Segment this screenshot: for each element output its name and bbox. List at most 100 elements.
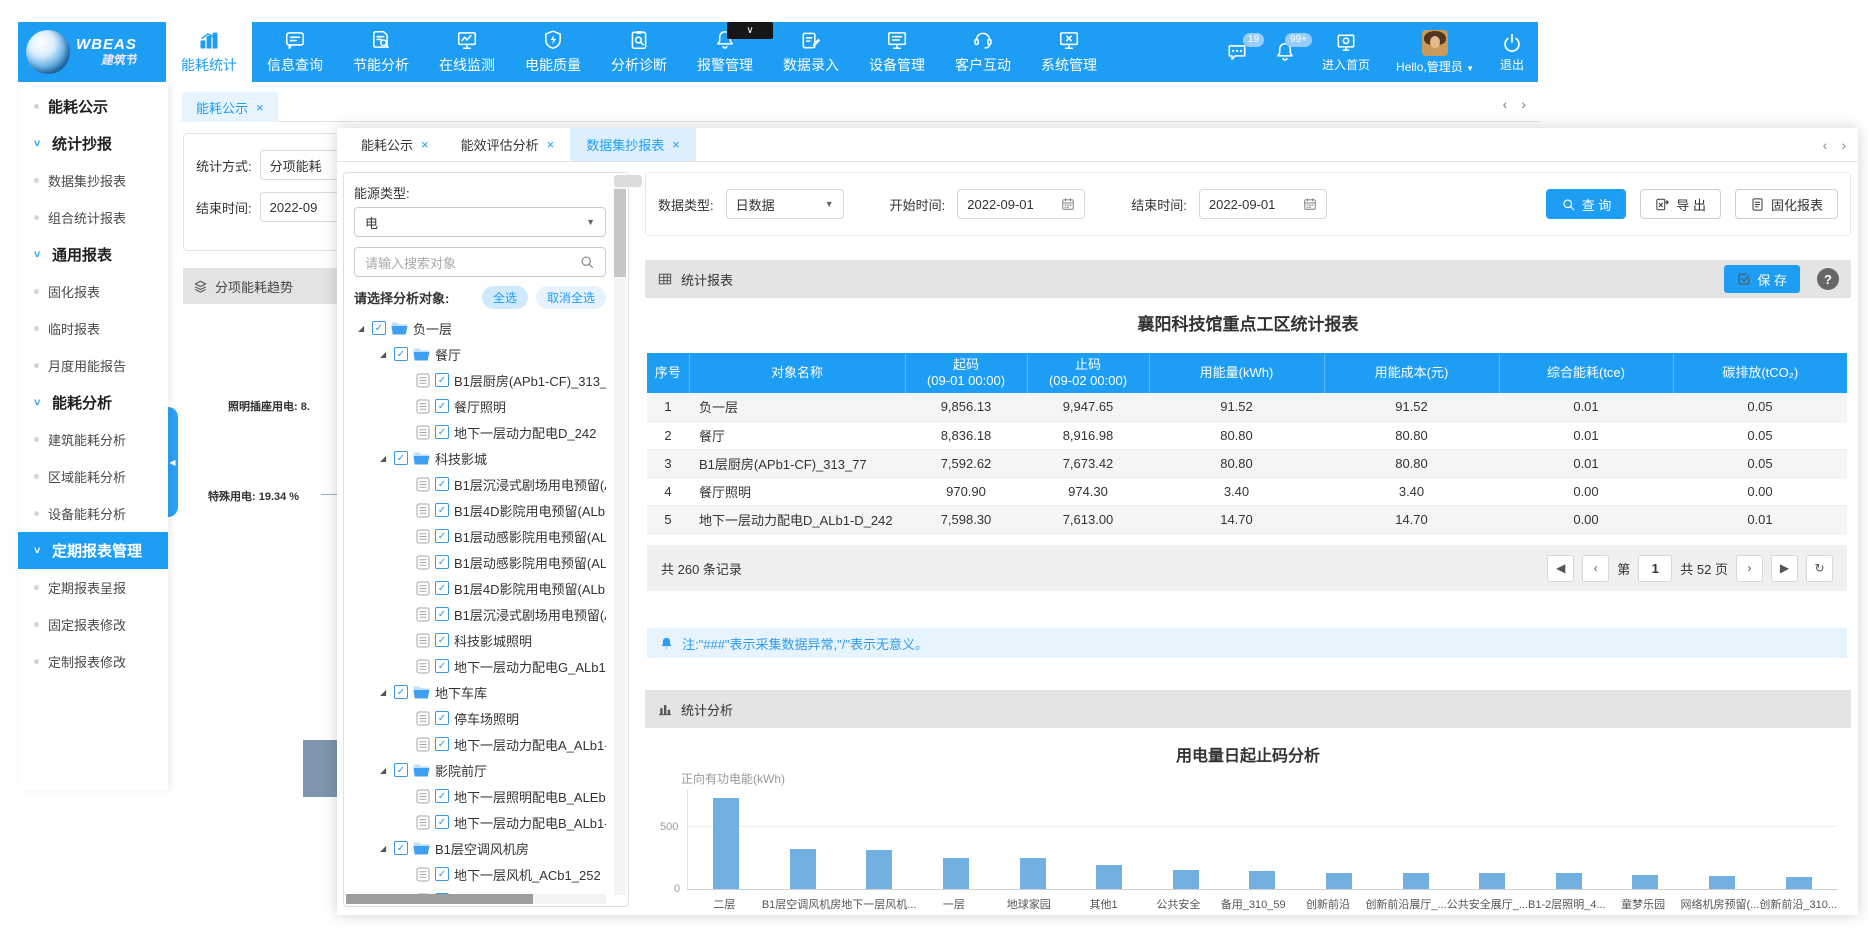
- close-icon[interactable]: ×: [256, 100, 264, 115]
- tree-node[interactable]: ✓B1层4D影院用电预留(ALb1-YY(4: [354, 575, 606, 601]
- bar-地球家园[interactable]: [1020, 858, 1046, 889]
- tree-caret-icon[interactable]: ◢: [380, 350, 389, 359]
- tree-node[interactable]: ✓停车场照明: [354, 705, 606, 731]
- nav-item-customer[interactable]: 客户互动: [940, 22, 1026, 82]
- table-row[interactable]: 4餐厅照明970.90974.303.403.400.000.00: [647, 477, 1847, 505]
- messages-button[interactable]: 19: [1226, 41, 1248, 63]
- sidebar-item[interactable]: 组合统计报表: [18, 199, 168, 236]
- nav-item-info-search[interactable]: 信息查询: [252, 22, 338, 82]
- window-tab[interactable]: 能效评估分析×: [445, 128, 571, 161]
- nav-item-device[interactable]: 设备管理: [854, 22, 940, 82]
- tree-node[interactable]: ◢✓科技影城: [354, 445, 606, 471]
- bar-B1层空调风机房[interactable]: [790, 849, 816, 889]
- tree-caret-icon[interactable]: ◢: [380, 844, 389, 853]
- tree-node[interactable]: ✓B1层动感影院用电预留(ALb1-YY: [354, 523, 606, 549]
- bar-创新前沿_310...[interactable]: [1786, 877, 1812, 889]
- home-button[interactable]: 进入首页: [1322, 32, 1370, 73]
- tree-node[interactable]: ◢✓负一层: [354, 315, 606, 341]
- checkbox-checked[interactable]: ✓: [394, 841, 408, 855]
- tree-vertical-scrollbar[interactable]: [614, 175, 626, 895]
- table-row[interactable]: 1负一层9,856.139,947.6591.5291.520.010.05: [647, 393, 1847, 421]
- checkbox-checked[interactable]: ✓: [372, 321, 386, 335]
- tree-node[interactable]: ✓科技影城照明: [354, 627, 606, 653]
- window-tab[interactable]: 能耗公示×: [345, 128, 445, 161]
- last-page-button[interactable]: ▶: [1771, 555, 1798, 582]
- checkbox-checked[interactable]: ✓: [435, 659, 449, 673]
- checkbox-checked[interactable]: ✓: [435, 503, 449, 517]
- tree-node[interactable]: ✓地下一层动力配电G_ALb1-G_269: [354, 653, 606, 679]
- sidebar-item[interactable]: 月度用能报告: [18, 347, 168, 384]
- bar-公共安全[interactable]: [1173, 870, 1199, 889]
- outer-tab-energy-publicity[interactable]: 能耗公示 ×: [182, 92, 278, 122]
- checkbox-checked[interactable]: ✓: [435, 607, 449, 621]
- tree-caret-icon[interactable]: ◢: [380, 688, 389, 697]
- sidebar-item[interactable]: 区域能耗分析: [18, 458, 168, 495]
- help-button[interactable]: ?: [1817, 268, 1839, 290]
- checkbox-checked[interactable]: ✓: [435, 815, 449, 829]
- bar-二层[interactable]: [713, 798, 739, 889]
- next-page-button[interactable]: ›: [1736, 555, 1763, 582]
- checkbox-checked[interactable]: ✓: [435, 373, 449, 387]
- prev-page-button[interactable]: ‹: [1582, 555, 1609, 582]
- sidebar-item[interactable]: ˅统计抄报: [18, 125, 168, 162]
- bar-创新前沿展厅_...[interactable]: [1403, 873, 1429, 889]
- query-button[interactable]: 查 询: [1546, 189, 1627, 219]
- tree-caret-icon[interactable]: ◢: [380, 766, 389, 775]
- bar-其他1[interactable]: [1096, 865, 1122, 889]
- bar-备用_310_59[interactable]: [1249, 871, 1275, 889]
- tab-scroll-left-icon[interactable]: ‹: [1503, 96, 1508, 112]
- notifications-button[interactable]: 99+: [1274, 41, 1296, 63]
- sidebar-item[interactable]: 设备能耗分析: [18, 495, 168, 532]
- tree-node[interactable]: ✓B1层厨房(APb1-CF)_313_77: [354, 367, 606, 393]
- checkbox-checked[interactable]: ✓: [435, 633, 449, 647]
- checkbox-checked[interactable]: ✓: [435, 867, 449, 881]
- first-page-button[interactable]: ◀: [1547, 555, 1574, 582]
- sidebar-item[interactable]: 数据集抄报表: [18, 162, 168, 199]
- tree-node[interactable]: ◢✓影院前厅: [354, 757, 606, 783]
- deselect-all-button[interactable]: 取消全选: [536, 286, 606, 309]
- tree-node[interactable]: ✓地下一层动力配电B_ALb1-B_267: [354, 809, 606, 835]
- bar-一层[interactable]: [943, 858, 969, 889]
- search-input[interactable]: 请输入搜索对象: [354, 247, 606, 277]
- bar-童梦乐园[interactable]: [1632, 875, 1658, 889]
- checkbox-checked[interactable]: ✓: [394, 347, 408, 361]
- checkbox-checked[interactable]: ✓: [435, 581, 449, 595]
- nav-item-diagnosis[interactable]: 分析诊断: [596, 22, 682, 82]
- close-icon[interactable]: ×: [547, 137, 555, 152]
- checkbox-checked[interactable]: ✓: [435, 477, 449, 491]
- sidebar-item[interactable]: 定制报表修改: [18, 643, 168, 680]
- page-number-input[interactable]: 1: [1638, 555, 1672, 582]
- tree-node[interactable]: ✓B1层沉浸式剧场用电预留(ALb1-Y: [354, 601, 606, 627]
- refresh-icon[interactable]: ↻: [1806, 555, 1833, 582]
- tree-node[interactable]: ◢✓B1层空调风机房: [354, 835, 606, 861]
- user-menu[interactable]: Hello,管理员 ▼: [1396, 30, 1474, 75]
- bar-网络机房预留(...[interactable]: [1709, 876, 1735, 889]
- tree-node[interactable]: ✓地下一层动力配电D_242: [354, 419, 606, 445]
- checkbox-checked[interactable]: ✓: [435, 529, 449, 543]
- sidebar-item[interactable]: ˅通用报表: [18, 236, 168, 273]
- bar-B1-2层照明_4...[interactable]: [1556, 873, 1582, 889]
- nav-item-saving-analysis[interactable]: 节能分析: [338, 22, 424, 82]
- end-date-input[interactable]: 2022-09-01: [1199, 189, 1327, 219]
- solidify-report-button[interactable]: 固化报表: [1735, 189, 1838, 219]
- sidebar-item[interactable]: ˅定期报表管理: [18, 532, 168, 569]
- nav-item-energy-stats[interactable]: 能耗统计: [166, 22, 252, 82]
- checkbox-checked[interactable]: ✓: [435, 737, 449, 751]
- table-row[interactable]: 3B1层厨房(APb1-CF)_313_777,592.627,673.4280…: [647, 449, 1847, 477]
- bar-公共安全展厅_...[interactable]: [1479, 873, 1505, 889]
- energy-type-select[interactable]: 电 ▼: [354, 207, 606, 237]
- sidebar-item[interactable]: 定期报表呈报: [18, 569, 168, 606]
- sidebar-item[interactable]: 能耗公示: [18, 88, 168, 125]
- export-button[interactable]: 导 出: [1640, 189, 1721, 219]
- tree-horizontal-scrollbar[interactable]: [346, 894, 606, 904]
- tree-node[interactable]: ✓B1层4D影院用电预留(ALb1-YY(4: [354, 497, 606, 523]
- table-row[interactable]: 2餐厅8,836.188,916.9880.8080.800.010.05: [647, 421, 1847, 449]
- tree-node[interactable]: ✓地下一层动力配电A_ALb1-A_266: [354, 731, 606, 757]
- nav-item-system[interactable]: 系统管理: [1026, 22, 1112, 82]
- sidebar-item[interactable]: ˅能耗分析: [18, 384, 168, 421]
- nav-item-power-quality[interactable]: 电能质量: [510, 22, 596, 82]
- logout-button[interactable]: 退出: [1500, 32, 1524, 73]
- data-type-select[interactable]: 日数据 ▼: [726, 189, 844, 219]
- tree-node[interactable]: ✓B1层动感影院用电预留(ALb1-YY: [354, 549, 606, 575]
- save-button[interactable]: 保 存: [1724, 265, 1800, 293]
